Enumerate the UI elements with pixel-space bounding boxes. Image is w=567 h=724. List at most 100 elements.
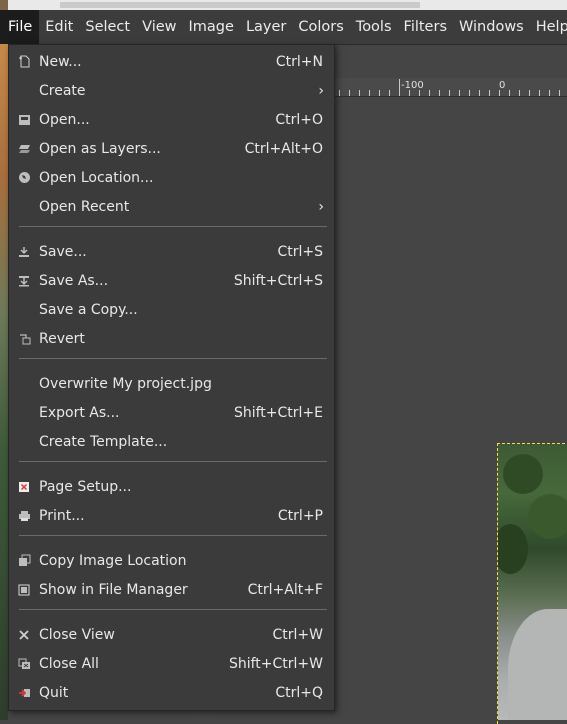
menu-item-open-as-layers[interactable]: Open as Layers... Ctrl+Alt+O <box>9 134 334 163</box>
menu-item-quit[interactable]: Quit Ctrl+Q <box>9 678 334 707</box>
menu-separator <box>19 358 327 359</box>
menu-item-open[interactable]: Open... Ctrl+O <box>9 105 334 134</box>
copy-location-icon <box>17 554 31 568</box>
menu-item-label: Overwrite My project.jpg <box>39 375 212 392</box>
menu-layer[interactable]: Layer <box>240 10 292 44</box>
menu-select[interactable]: Select <box>79 10 136 44</box>
ruler-tick <box>439 90 440 96</box>
menu-item-label: New... <box>39 53 82 70</box>
ruler-tick <box>459 90 460 96</box>
menu-item-close-view[interactable]: Close View Ctrl+W <box>9 620 334 649</box>
menu-filters[interactable]: Filters <box>398 10 453 44</box>
menu-item-save[interactable]: Save... Ctrl+S <box>9 237 334 266</box>
menu-item-shortcut: Shift+Ctrl+E <box>233 404 323 421</box>
ruler-tick <box>529 90 530 96</box>
menu-item-save-a-copy[interactable]: Save a Copy... <box>9 295 334 324</box>
menu-item-label: Save As... <box>39 272 109 289</box>
menu-item-shortcut: Ctrl+Alt+O <box>244 140 323 157</box>
menu-image[interactable]: Image <box>183 10 240 44</box>
menu-item-label: Show in File Manager <box>39 581 188 598</box>
ruler-tick <box>489 90 490 96</box>
menu-item-revert[interactable]: Revert <box>9 324 334 353</box>
menu-view[interactable]: View <box>136 10 182 44</box>
menu-separator <box>19 609 327 610</box>
ruler-tick <box>509 90 510 96</box>
close-all-icon <box>17 657 31 671</box>
revert-icon <box>17 332 31 346</box>
menu-item-label: Save... <box>39 243 87 260</box>
menu-item-label: Close All <box>39 655 99 672</box>
menu-item-label: Create Template... <box>39 433 168 450</box>
menu-windows[interactable]: Windows <box>453 10 530 44</box>
menu-item-label: Save a Copy... <box>39 301 138 318</box>
menu-item-shortcut: Ctrl+O <box>275 111 323 128</box>
menu-item-create-template[interactable]: Create Template... <box>9 427 334 456</box>
menu-item-export-as[interactable]: Export As... Shift+Ctrl+E <box>9 398 334 427</box>
window-titlebar <box>0 0 567 10</box>
ruler-tick <box>449 90 450 96</box>
menu-item-close-all[interactable]: Close All Shift+Ctrl+W <box>9 649 334 678</box>
menu-item-save-as[interactable]: Save As... Shift+Ctrl+S <box>9 266 334 295</box>
menu-item-copy-image-location[interactable]: Copy Image Location <box>9 546 334 575</box>
menu-item-label: Page Setup... <box>39 478 132 495</box>
menu-item-overwrite[interactable]: Overwrite My project.jpg <box>9 369 334 398</box>
ruler-tick <box>519 90 520 96</box>
menu-item-label: Open... <box>39 111 90 128</box>
ruler-tick <box>359 90 360 96</box>
menu-tools[interactable]: Tools <box>350 10 398 44</box>
save-icon <box>17 245 31 259</box>
menu-item-shortcut: Ctrl+Alt+F <box>247 581 323 598</box>
ruler-tick <box>549 90 550 96</box>
print-icon <box>17 509 31 523</box>
ruler-tick <box>409 90 410 96</box>
menu-item-print[interactable]: Print... Ctrl+P <box>9 501 334 530</box>
menu-item-label: Print... <box>39 507 85 524</box>
ruler-tick <box>469 90 470 96</box>
menu-item-shortcut: Ctrl+P <box>277 507 323 524</box>
menu-item-show-in-file-manager[interactable]: Show in File Manager Ctrl+Alt+F <box>9 575 334 604</box>
menu-item-label: Open Recent <box>39 198 130 215</box>
menu-edit[interactable]: Edit <box>39 10 79 44</box>
menu-item-create[interactable]: Create › <box>9 76 334 105</box>
ruler-tick <box>369 90 370 96</box>
menu-help[interactable]: Help <box>530 10 567 44</box>
file-menu-dropdown: New... Ctrl+N Create › Open... Ctrl+O Op… <box>8 44 335 711</box>
menubar: File Edit Select View Image Layer Colors… <box>0 10 567 45</box>
ruler-tick <box>429 90 430 96</box>
horizontal-ruler[interactable]: -100 0 <box>335 78 567 97</box>
ruler-tick <box>419 90 420 96</box>
menu-item-shortcut: Ctrl+S <box>277 243 323 260</box>
menu-item-open-location[interactable]: Open Location... <box>9 163 334 192</box>
ruler-tick <box>499 90 500 96</box>
menu-separator <box>19 535 327 536</box>
save-as-icon <box>17 274 31 288</box>
menu-item-page-setup[interactable]: Page Setup... <box>9 472 334 501</box>
new-image-icon <box>17 55 31 69</box>
window-title <box>60 2 420 8</box>
menu-colors[interactable]: Colors <box>292 10 349 44</box>
ruler-tick <box>339 90 340 96</box>
menu-file[interactable]: File <box>0 10 40 44</box>
background-window-edge <box>0 44 8 720</box>
menu-item-label: Close View <box>39 626 115 643</box>
page-setup-icon <box>17 480 31 494</box>
menu-item-label: Create <box>39 82 86 99</box>
ruler-tick <box>379 90 380 96</box>
menu-item-open-recent[interactable]: Open Recent › <box>9 192 334 221</box>
menu-item-shortcut: Ctrl+W <box>272 626 323 643</box>
quit-icon <box>17 686 31 700</box>
menu-item-label: Export As... <box>39 404 120 421</box>
ruler-label-minus100: -100 <box>401 80 424 91</box>
file-manager-icon <box>17 583 31 597</box>
menu-item-label: Copy Image Location <box>39 552 187 569</box>
ruler-tick <box>539 90 540 96</box>
menu-item-shortcut: Ctrl+N <box>275 53 323 70</box>
menu-separator <box>19 461 327 462</box>
menu-item-shortcut: Ctrl+Q <box>275 684 323 701</box>
menu-item-new[interactable]: New... Ctrl+N <box>9 47 334 76</box>
ruler-tick <box>349 90 350 96</box>
menu-item-shortcut: Shift+Ctrl+W <box>228 655 323 672</box>
menu-separator <box>19 226 327 227</box>
menu-item-label: Open Location... <box>39 169 154 186</box>
app-icon <box>0 0 8 10</box>
